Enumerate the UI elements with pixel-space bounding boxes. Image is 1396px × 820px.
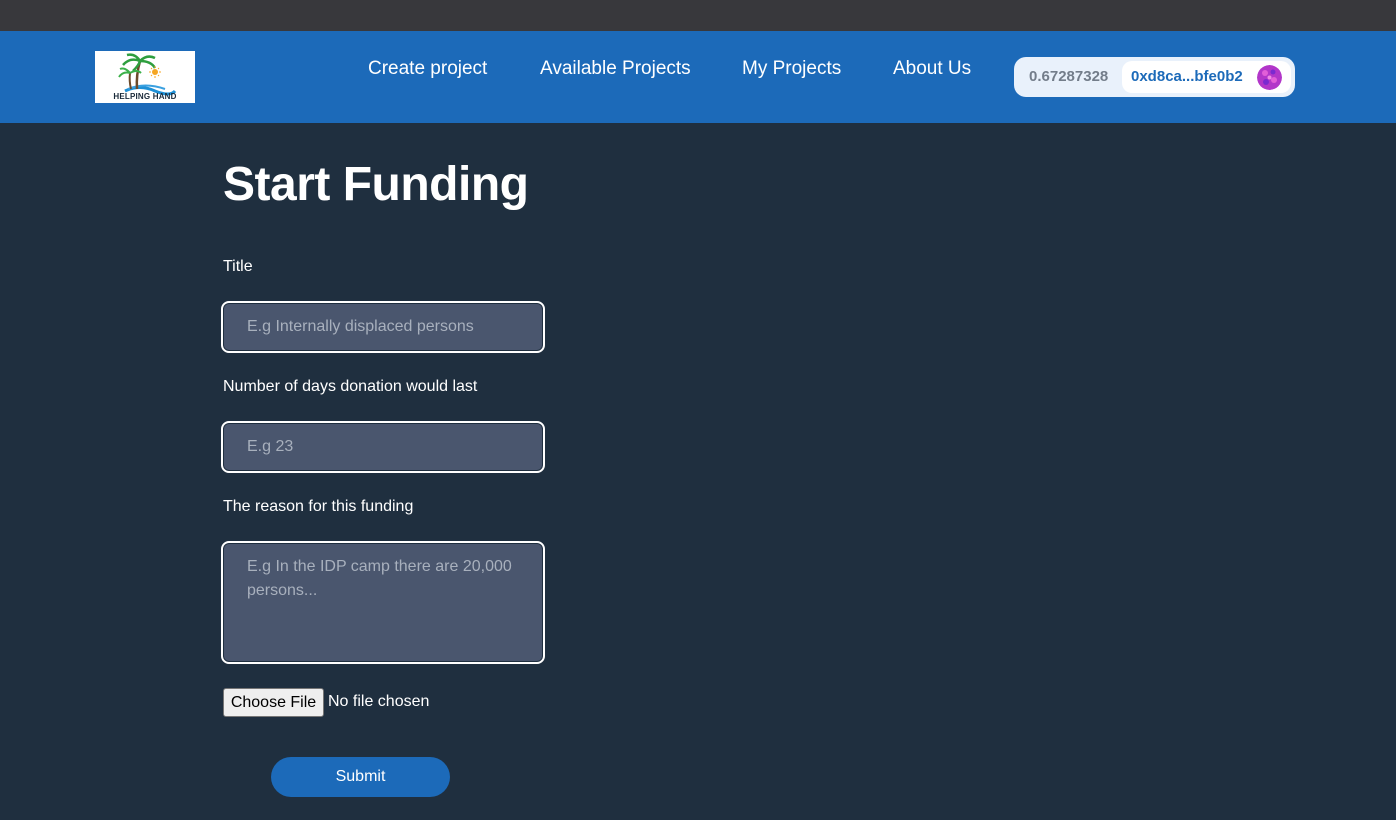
nav-about-us[interactable]: About Us <box>893 58 971 80</box>
logo[interactable]: HELPING HAND <box>95 51 195 103</box>
nav-my-projects[interactable]: My Projects <box>742 58 841 80</box>
wallet-account-button[interactable]: 0xd8ca...bfe0b2 <box>1122 61 1291 93</box>
reason-label: The reason for this funding <box>223 498 414 515</box>
logo-text: HELPING HAND <box>113 92 177 101</box>
nav-create-project[interactable]: Create project <box>368 58 487 80</box>
navbar: HELPING HAND Create project Available Pr… <box>0 31 1396 123</box>
title-label: Title <box>223 258 253 275</box>
choose-file-button[interactable]: Choose File <box>223 688 324 717</box>
reason-textarea[interactable] <box>221 541 545 664</box>
file-status: No file chosen <box>328 693 430 710</box>
wallet-widget[interactable]: 0.67287328 0xd8ca...bfe0b2 <box>1014 57 1295 97</box>
browser-top-strip <box>0 0 1396 31</box>
nav-available-projects[interactable]: Available Projects <box>540 58 691 80</box>
account-avatar-icon <box>1257 65 1282 90</box>
wallet-address: 0xd8ca...bfe0b2 <box>1131 68 1243 85</box>
page-title: Start Funding <box>223 158 529 211</box>
days-input[interactable] <box>221 421 545 473</box>
days-label: Number of days donation would last <box>223 378 478 395</box>
title-input[interactable] <box>221 301 545 353</box>
wallet-balance: 0.67287328 <box>1029 68 1109 85</box>
submit-button[interactable]: Submit <box>271 757 450 797</box>
